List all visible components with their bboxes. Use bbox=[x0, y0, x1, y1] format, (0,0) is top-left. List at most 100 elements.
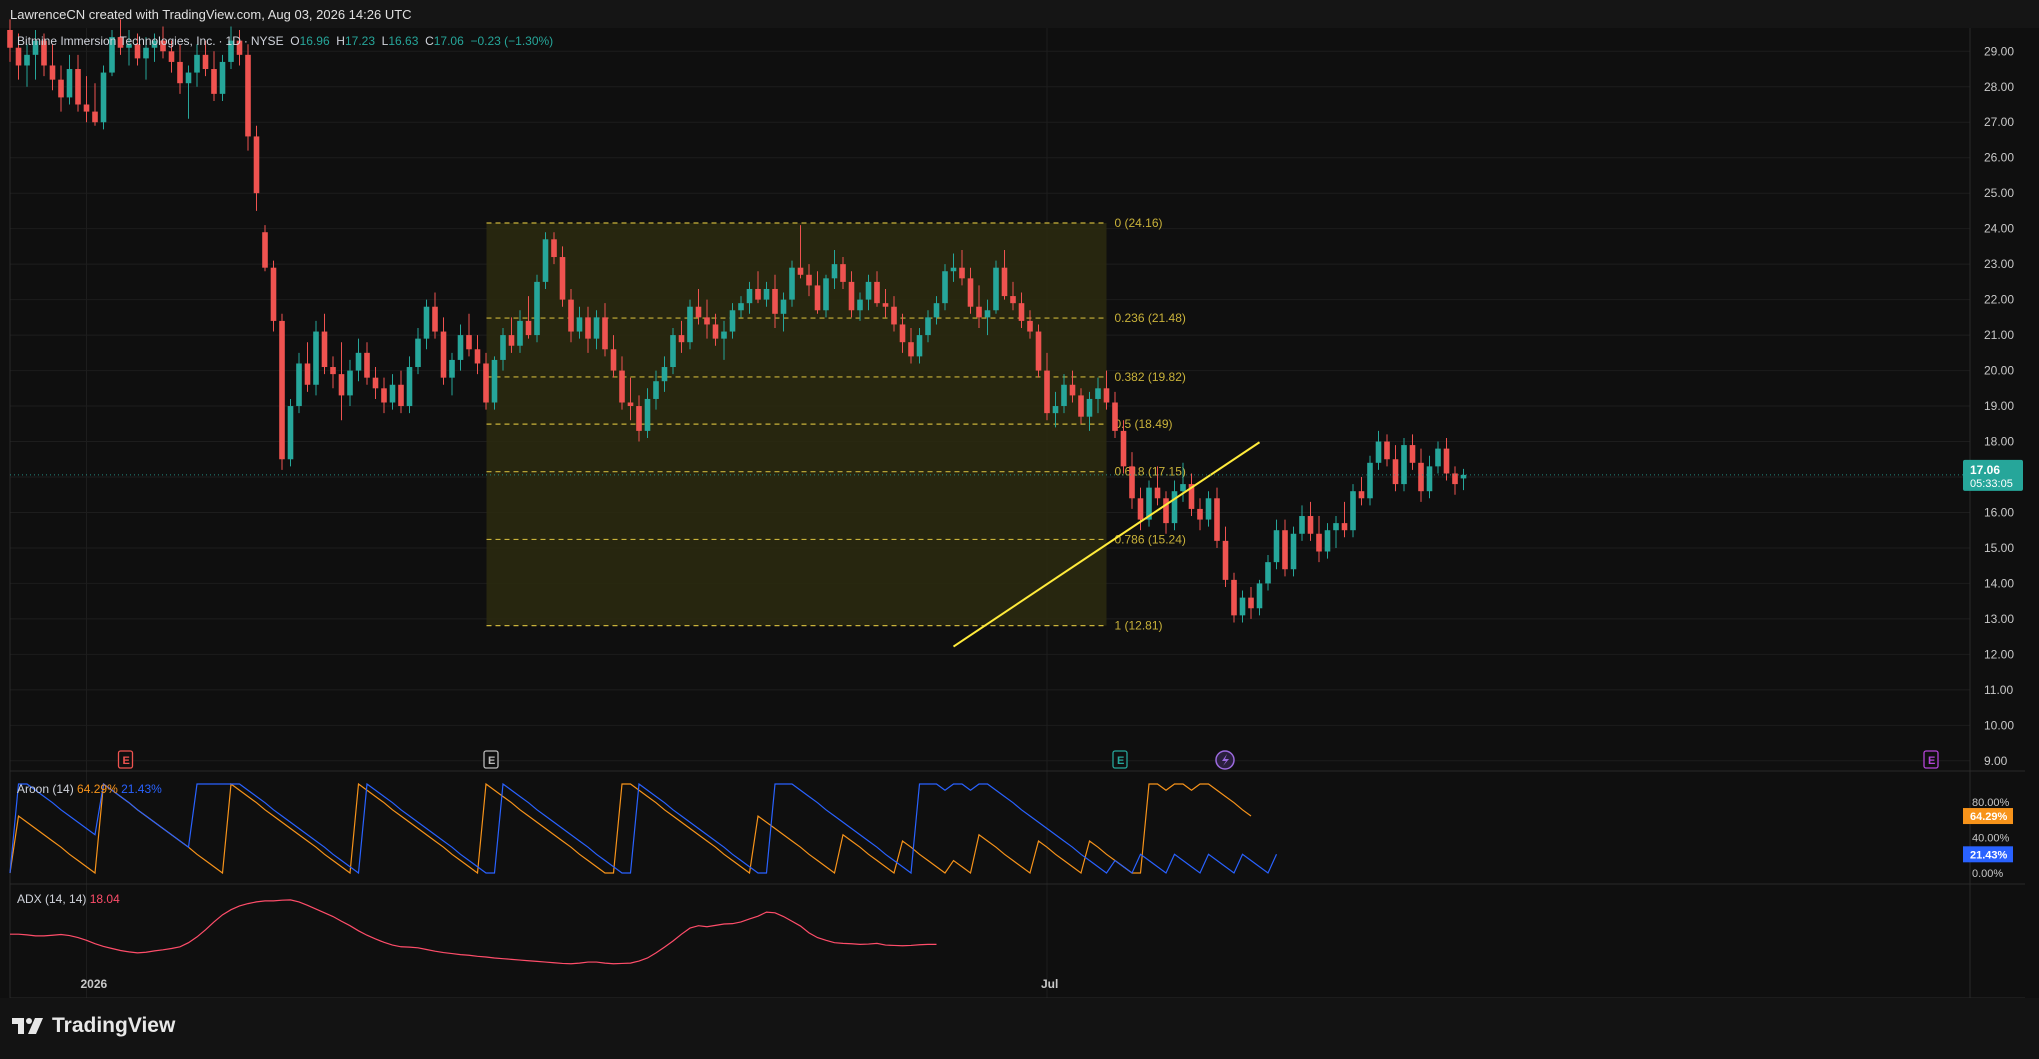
candle-body bbox=[1001, 267, 1008, 297]
candle-body bbox=[270, 267, 277, 321]
candle-body bbox=[704, 317, 710, 325]
candle-body bbox=[211, 69, 217, 94]
candle-body bbox=[508, 335, 515, 346]
candle-body bbox=[1231, 579, 1237, 616]
candle-body bbox=[1180, 484, 1186, 492]
price-axis-label: 28.00 bbox=[1984, 80, 2014, 94]
open-label: O bbox=[290, 34, 300, 48]
candle-body bbox=[1205, 498, 1212, 520]
candle-body bbox=[1197, 508, 1203, 520]
candle-body bbox=[721, 331, 727, 339]
candle-body bbox=[355, 352, 362, 371]
price-axis-label: 9.00 bbox=[1984, 754, 2008, 768]
high-value: 17.23 bbox=[344, 34, 375, 48]
candle-body bbox=[500, 335, 506, 360]
candle-body bbox=[755, 288, 761, 300]
price-axis-label: 29.00 bbox=[1984, 44, 2014, 58]
price-axis-label: 16.00 bbox=[1984, 505, 2014, 519]
candle-body bbox=[1248, 597, 1254, 609]
candle-body bbox=[814, 285, 821, 311]
candle-body bbox=[568, 299, 574, 332]
price-axis-label: 14.00 bbox=[1984, 576, 2014, 590]
candle-body bbox=[1418, 462, 1424, 492]
candle-body bbox=[712, 324, 719, 339]
chart-canvas[interactable]: 0 (24.16)0.236 (21.48)0.382 (19.82)0.5 (… bbox=[0, 0, 2039, 1059]
candle-body bbox=[857, 299, 863, 311]
candle bbox=[270, 260, 277, 332]
low-value: 16.63 bbox=[388, 34, 419, 48]
adx-title[interactable]: ADX (14, 14) bbox=[17, 892, 86, 906]
candle-body bbox=[1316, 533, 1322, 552]
candle-body bbox=[15, 47, 22, 66]
candle-body bbox=[1350, 491, 1356, 531]
candle-body bbox=[993, 267, 999, 311]
candle-body bbox=[1443, 448, 1450, 474]
candle-body bbox=[347, 370, 353, 396]
candle-body bbox=[916, 335, 923, 357]
price-axis-label: 15.00 bbox=[1984, 541, 2014, 555]
candle bbox=[1367, 455, 1373, 506]
symbol-interval[interactable]: 1D bbox=[226, 34, 241, 48]
candle-body bbox=[738, 303, 744, 311]
candle-body bbox=[58, 79, 64, 98]
candle-body bbox=[338, 374, 345, 396]
candle-body bbox=[576, 317, 583, 332]
candle-body bbox=[1375, 441, 1382, 463]
candle-body bbox=[636, 406, 642, 431]
candle-body bbox=[1052, 406, 1059, 414]
candle-body bbox=[593, 317, 600, 339]
candle-body bbox=[925, 317, 931, 336]
candle-body bbox=[1103, 388, 1110, 403]
candle-body bbox=[551, 239, 557, 258]
aroon-legend[interactable]: Aroon (14) 64.29% 21.43% bbox=[17, 782, 162, 796]
candle-body bbox=[406, 367, 413, 407]
price-axis: 29.00 28.00 27.00 26.00 25.00 24.00 23.00 22.00… bbox=[1984, 44, 2014, 768]
candle-body bbox=[381, 388, 387, 403]
aroon-title[interactable]: Aroon (14) bbox=[17, 782, 74, 796]
candle-body bbox=[1333, 523, 1339, 531]
adx-pane bbox=[0, 885, 2039, 998]
candle bbox=[687, 299, 693, 350]
footer-bar bbox=[0, 998, 2039, 1059]
candle bbox=[313, 320, 319, 396]
candle-body bbox=[661, 367, 668, 382]
candle-body bbox=[1018, 303, 1025, 321]
candle-body bbox=[1384, 441, 1390, 460]
candle-body bbox=[83, 104, 90, 112]
price-axis-label: 20.00 bbox=[1984, 364, 2014, 378]
candle-body bbox=[1290, 533, 1297, 570]
candle-body bbox=[304, 363, 311, 385]
candle-body bbox=[933, 303, 940, 318]
fib-level-label: 0.236 (21.48) bbox=[1115, 311, 1186, 325]
candle-body bbox=[670, 335, 676, 368]
price-axis-label: 10.00 bbox=[1984, 718, 2014, 732]
candle-body bbox=[449, 359, 455, 378]
symbol-exchange: NYSE bbox=[250, 34, 284, 48]
symbol-name[interactable]: Bitmine Immersion Technologies, Inc. bbox=[17, 34, 216, 48]
candle-body bbox=[24, 54, 30, 66]
candle-body bbox=[678, 335, 685, 343]
candle-body bbox=[559, 257, 566, 300]
candle-body bbox=[542, 239, 549, 282]
candle-body bbox=[398, 384, 404, 407]
adx-legend[interactable]: ADX (14, 14) 18.04 bbox=[17, 892, 120, 906]
candle-body bbox=[967, 278, 974, 307]
candle-body bbox=[1401, 445, 1407, 485]
change-value: −0.23 (−1.30%) bbox=[470, 34, 554, 48]
symbol-legend[interactable]: Bitmine Immersion Technologies, Inc. · 1D ·… bbox=[17, 34, 553, 48]
candle bbox=[1350, 484, 1356, 538]
tradingview-logo[interactable]: TradingView bbox=[12, 1014, 175, 1038]
candle-body bbox=[202, 54, 209, 70]
fib-level-label: 0.786 (15.24) bbox=[1115, 532, 1186, 546]
time-axis-label: 2026 bbox=[81, 977, 108, 991]
candle bbox=[1035, 324, 1042, 378]
candle bbox=[534, 274, 540, 343]
candle-body bbox=[517, 320, 523, 346]
candle-body bbox=[262, 232, 268, 268]
candle-body bbox=[168, 51, 175, 62]
candle bbox=[245, 44, 251, 151]
candle-body bbox=[92, 111, 98, 123]
candle-body bbox=[585, 317, 591, 339]
candle-body bbox=[1120, 430, 1127, 467]
aroon-up-value: 64.29% bbox=[77, 782, 118, 796]
